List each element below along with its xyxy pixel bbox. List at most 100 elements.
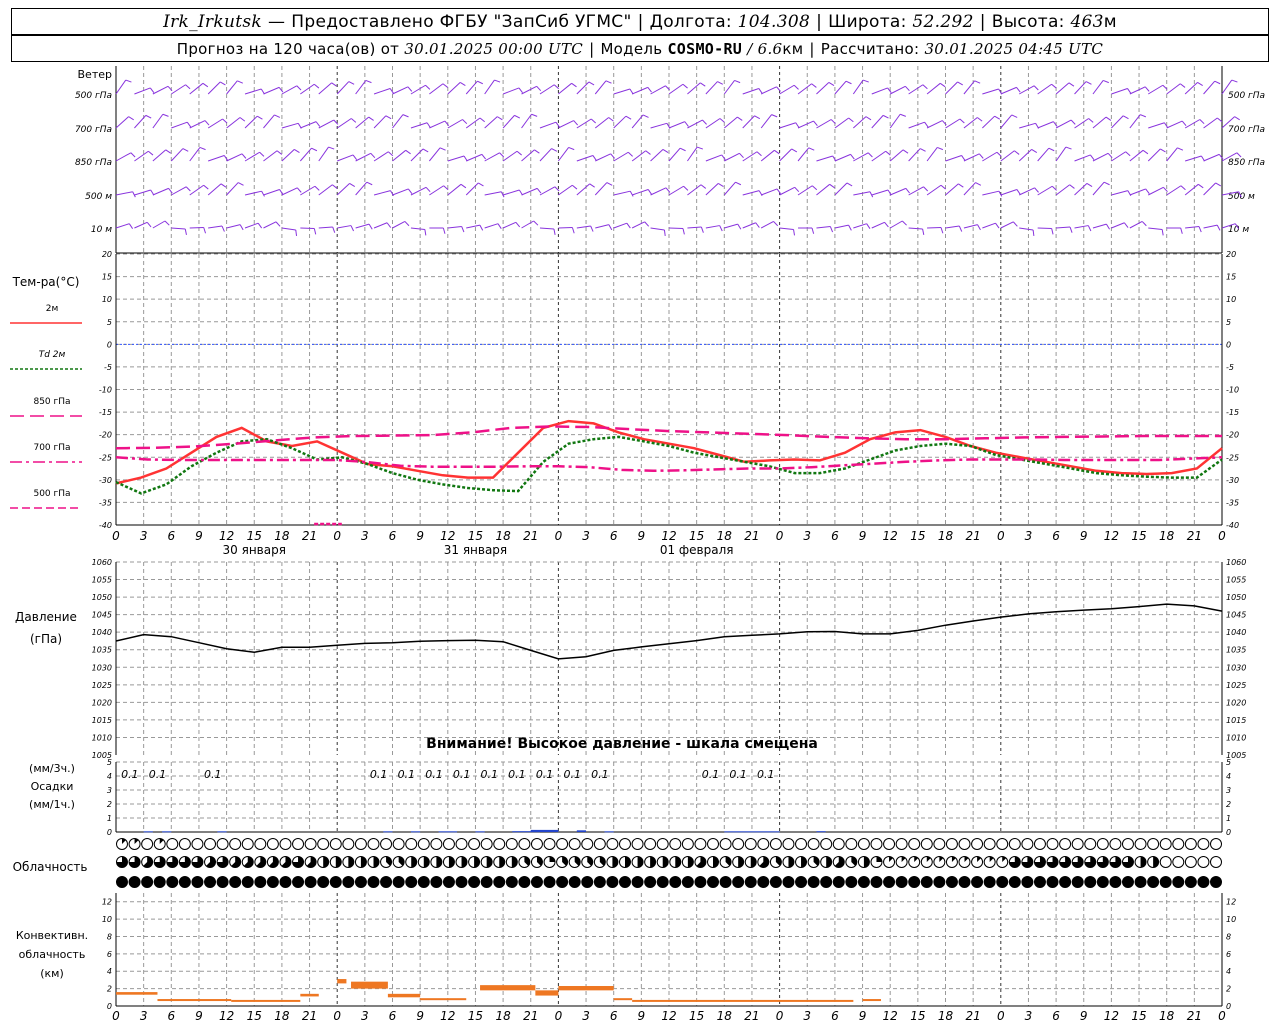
precip-value-label: 0.1 — [729, 768, 747, 781]
convective-bar — [535, 990, 559, 996]
cloud-symbol — [254, 838, 267, 850]
cloud-symbol-fill — [896, 876, 908, 888]
precip-bar — [383, 831, 393, 833]
cloud-symbol — [1184, 856, 1197, 868]
y-tick-label: -40 — [99, 521, 112, 530]
cloud-symbol — [983, 838, 996, 850]
cloud-symbol — [405, 838, 418, 850]
precip-value-label: 0.1 — [702, 768, 720, 781]
x-tick-label: 3 — [1025, 529, 1033, 543]
cloud-symbol-fill — [1047, 876, 1059, 888]
y-tick-label: 5 — [107, 758, 112, 767]
cloud-symbol-fill — [1009, 876, 1021, 888]
cloud-symbol-fill — [430, 876, 442, 888]
cloud-symbol-fill — [154, 876, 166, 888]
cloud-symbol-fill — [612, 856, 618, 868]
cloud-symbol — [933, 838, 946, 850]
y-tick-label: 1045 — [92, 611, 112, 620]
x-tick-label: 9 — [195, 529, 203, 543]
y-tick-label: 15 — [102, 273, 112, 282]
cloud-symbol-fill — [1160, 876, 1172, 888]
cloud-symbol — [769, 838, 782, 850]
x-tick-label: 12 — [661, 1009, 676, 1023]
x-tick-label: 12 — [883, 1009, 898, 1023]
cloud-symbol — [543, 838, 556, 850]
y-tick-label: 1025 — [1226, 681, 1246, 690]
x-tick-label: 15 — [689, 1009, 704, 1023]
x-tick-label: 9 — [859, 529, 867, 543]
x-tick-label: 21 — [1187, 529, 1202, 543]
y-tick-label: -15 — [99, 408, 112, 417]
cloud-symbol-fill — [782, 876, 794, 888]
cloud-symbol — [744, 838, 757, 850]
cloud-symbol-fill — [1021, 876, 1033, 888]
x-tick-label: 9 — [195, 1009, 203, 1023]
x-tick-label: 15 — [247, 529, 262, 543]
precip-bar — [217, 831, 227, 833]
convective-bar — [632, 999, 725, 1002]
cloud-symbol-fill — [1147, 876, 1159, 888]
y-tick-label: 4 — [1226, 967, 1231, 976]
cloud-symbol-fill — [166, 876, 178, 888]
cloud-symbol — [669, 838, 682, 850]
convective-bar — [862, 999, 881, 1002]
convective-bar — [337, 979, 347, 984]
y-tick-label: 10 — [1226, 915, 1236, 924]
y-tick-label: 5 — [107, 318, 112, 327]
cloud-symbol-fill — [808, 876, 820, 888]
y-tick-label: 20 — [1226, 250, 1236, 259]
cloud-symbol-fill — [669, 876, 681, 888]
cloud-symbol — [1059, 838, 1072, 850]
y-tick-label: -25 — [99, 453, 112, 462]
x-tick-label: 9 — [1080, 1009, 1088, 1023]
y-tick-label: -10 — [1226, 386, 1239, 395]
precip-value-label: 0.1 — [563, 768, 581, 781]
cloud-symbol-fill — [569, 876, 581, 888]
cloud-symbol — [895, 838, 908, 850]
y-tick-label: -15 — [1226, 408, 1239, 417]
cloud-symbol — [1147, 838, 1160, 850]
cloud-symbol-fill — [738, 856, 744, 868]
cloud-symbol — [518, 838, 531, 850]
convective-title: (км) — [40, 967, 64, 980]
cloud-symbol-fill — [637, 856, 644, 868]
x-tick-label: 0 — [1218, 529, 1226, 543]
cloud-symbol-fill — [750, 856, 757, 868]
cloud-symbol-fill — [1197, 876, 1209, 888]
day-label: 01 февраля — [660, 543, 734, 557]
convective-bar — [613, 998, 633, 1001]
x-tick-label: 12 — [661, 529, 676, 543]
cloud-symbol-fill — [335, 856, 342, 868]
cloud-symbol — [430, 838, 443, 850]
precip-bar — [816, 831, 826, 833]
cloud-symbol — [178, 838, 191, 850]
precip-value-label: 0.1 — [121, 768, 139, 781]
cloud-symbol-fill — [292, 876, 304, 888]
y-tick-label: 15 — [1226, 273, 1236, 282]
y-tick-label: 4 — [1226, 772, 1231, 781]
x-tick-label: 6 — [167, 1009, 175, 1023]
x-tick-label: 9 — [1080, 529, 1088, 543]
cloud-symbol-fill — [511, 856, 518, 868]
precip-value-label: 0.1 — [425, 768, 443, 781]
wind-level-label: 500 м — [85, 192, 112, 202]
x-tick-label: 12 — [440, 1009, 455, 1023]
cloud-symbol — [845, 838, 858, 850]
cloud-symbol-fill — [876, 856, 882, 862]
cloud-symbol — [1084, 838, 1097, 850]
y-tick-label: 1055 — [1226, 576, 1246, 585]
x-tick-label: 18 — [495, 529, 511, 543]
x-tick-label: 9 — [638, 1009, 646, 1023]
x-tick-label: 15 — [689, 529, 704, 543]
x-tick-label: 15 — [468, 1009, 483, 1023]
y-tick-label: 1015 — [1226, 716, 1246, 725]
cloud-symbol-fill — [1034, 876, 1046, 888]
y-tick-label: 0 — [1226, 828, 1231, 837]
cloud-symbol — [795, 838, 808, 850]
precip-value-label: 0.1 — [453, 768, 471, 781]
cloud-symbol — [1159, 856, 1172, 868]
y-tick-label: 1040 — [1226, 628, 1246, 637]
wind-level-label: 700 гПа — [75, 125, 112, 135]
cloud-symbol-fill — [971, 876, 983, 888]
y-tick-label: 1015 — [92, 716, 112, 725]
